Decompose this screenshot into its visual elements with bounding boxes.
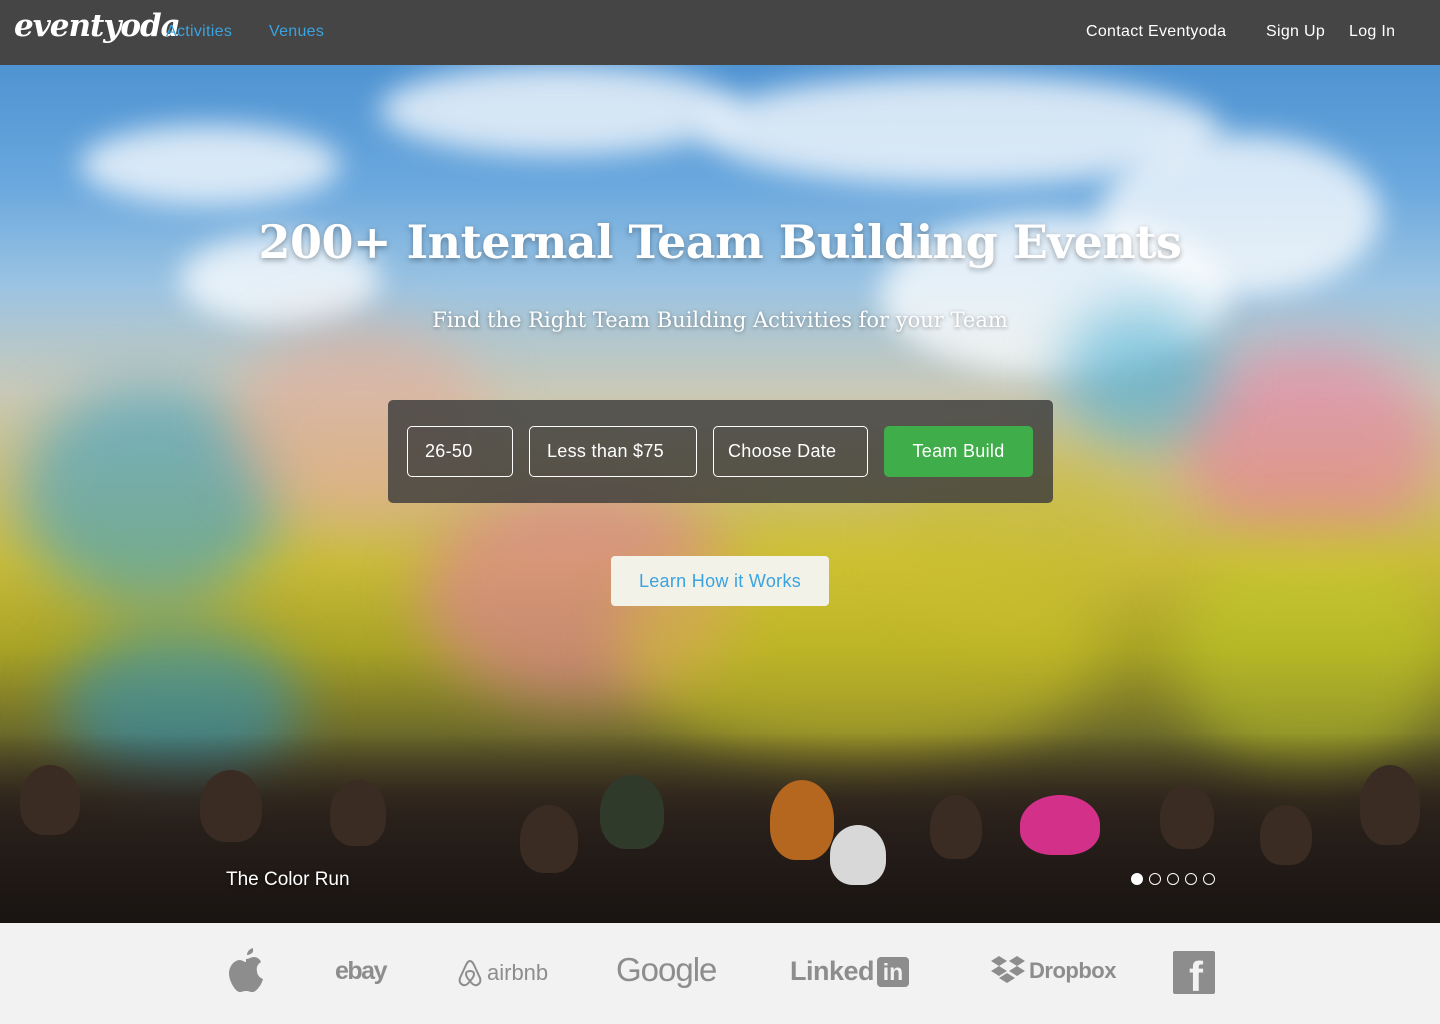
carousel-dot-2[interactable] (1149, 873, 1161, 885)
brand-logo[interactable]: eventyoda (14, 8, 181, 44)
airbnb-logo: airbnb (457, 958, 548, 988)
client-logos: ebay airbnb Google Linked in Dropbox f (0, 923, 1440, 1024)
log-in-link[interactable]: Log In (1349, 23, 1395, 41)
facebook-f-glyph: f (1189, 953, 1203, 994)
learn-how-button[interactable]: Learn How it Works (611, 556, 829, 606)
dropbox-icon (991, 956, 1025, 983)
top-nav: eventyoda Activities Venues Contact Even… (0, 0, 1440, 65)
ebay-logo: ebay (335, 957, 387, 985)
linkedin-logo: Linked in (790, 956, 910, 987)
carousel-dot-5[interactable] (1203, 873, 1215, 885)
nav-venues-link[interactable]: Venues (269, 23, 324, 41)
team-build-button[interactable]: Team Build (884, 426, 1033, 477)
google-logo: Google (616, 951, 717, 988)
nav-activities-link[interactable]: Activities (166, 23, 232, 41)
linkedin-wordmark: Linked (790, 956, 875, 986)
slide-caption: The Color Run (226, 869, 350, 890)
carousel-dot-3[interactable] (1167, 873, 1179, 885)
group-size-select[interactable]: 26-50 (407, 426, 513, 477)
search-panel: 26-50 Less than $75 Choose Date Team Bui… (388, 400, 1053, 503)
contact-link[interactable]: Contact Eventyoda (1086, 23, 1226, 41)
date-picker[interactable]: Choose Date (713, 426, 868, 477)
carousel-dot-4[interactable] (1185, 873, 1197, 885)
linkedin-in-box: in (877, 956, 910, 987)
sign-up-link[interactable]: Sign Up (1266, 23, 1325, 41)
facebook-logo: f (1173, 951, 1215, 994)
airbnb-wordmark: airbnb (487, 960, 549, 985)
airbnb-icon (458, 959, 482, 987)
dropbox-wordmark: Dropbox (1029, 958, 1116, 983)
dropbox-logo: Dropbox (990, 955, 1116, 987)
apple-logo (226, 948, 266, 997)
hero-title: 200+ Internal Team Building Events (258, 215, 1182, 269)
carousel-dot-1[interactable] (1131, 873, 1143, 885)
carousel-dots (1131, 873, 1215, 885)
hero-subtitle: Find the Right Team Building Activities … (432, 308, 1008, 332)
hero-section: 200+ Internal Team Building Events Find … (0, 65, 1440, 923)
budget-select[interactable]: Less than $75 (529, 426, 697, 477)
